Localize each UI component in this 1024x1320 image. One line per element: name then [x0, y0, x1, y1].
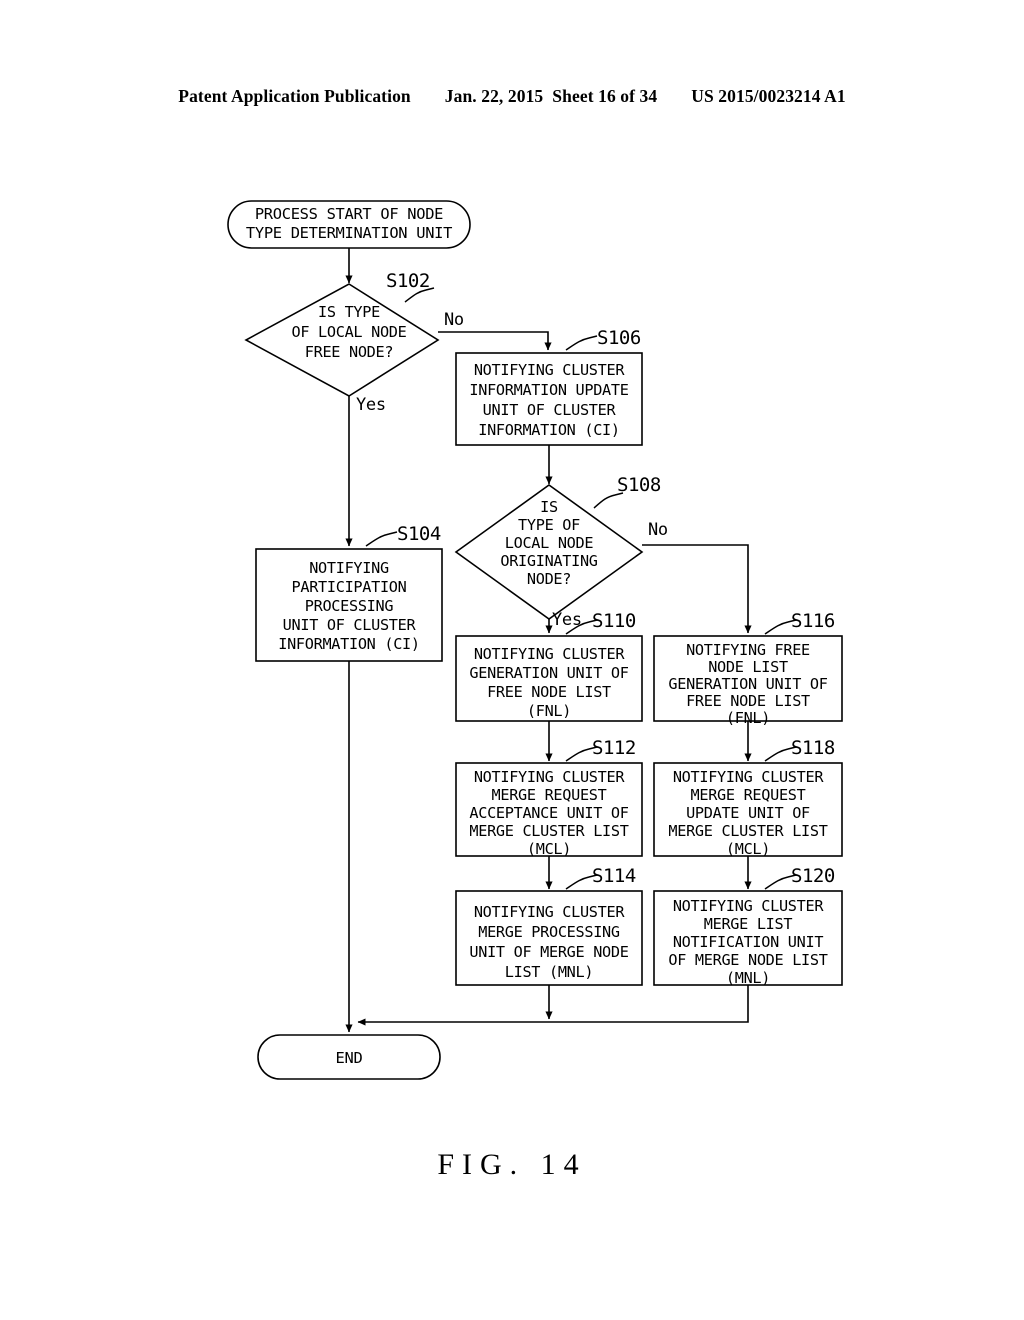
node-s110-line-4: (FNL) [527, 702, 571, 720]
branch-label-s102-no: No [444, 310, 464, 330]
leader-s104 [365, 531, 398, 547]
leader-s106 [565, 335, 598, 351]
node-s106-line-3: UNIT OF CLUSTER [483, 401, 617, 419]
node-s118-line-2: MERGE REQUEST [691, 786, 806, 804]
step-label-s108: S108 [617, 474, 661, 496]
connector-s102-no-to-s106 [438, 331, 552, 351]
step-label-s104: S104 [397, 523, 441, 545]
node-s108-decision: IS TYPE OF LOCAL NODE ORIGINATING NODE? [454, 484, 644, 620]
node-s114-line-2: MERGE PROCESSING [478, 923, 620, 941]
step-label-s116: S116 [791, 610, 835, 632]
node-end-label: END [336, 1049, 363, 1067]
node-s106-line-4: INFORMATION (CI) [478, 421, 620, 439]
step-label-s120: S120 [791, 865, 835, 887]
node-end: END [257, 1034, 441, 1080]
step-label-s106: S106 [597, 327, 641, 349]
node-s108-line-2: TYPE OF [518, 516, 580, 534]
node-start-line-2: TYPE DETERMINATION UNIT [246, 224, 452, 242]
node-s106-line-2: INFORMATION UPDATE [469, 381, 628, 399]
step-label-s118: S118 [791, 737, 835, 759]
node-start-line-1: PROCESS START OF NODE [255, 205, 443, 223]
node-s116-line-4: FREE NODE LIST [686, 692, 810, 710]
node-s120-line-2: MERGE LIST [704, 915, 793, 933]
node-s114-line-3: UNIT OF MERGE NODE [469, 943, 628, 961]
node-s110-line-3: FREE NODE LIST [487, 683, 611, 701]
node-s120-line-3: NOTIFICATION UNIT [673, 933, 823, 951]
node-s120-line-4: OF MERGE NODE LIST [668, 951, 827, 969]
figure-caption: FIG. 14 [437, 1148, 587, 1181]
node-s104-line-3: PROCESSING [305, 597, 394, 615]
node-s118-line-5: (MCL) [726, 840, 770, 858]
step-label-s110: S110 [592, 610, 636, 632]
node-s118-line-4: MERGE CLUSTER LIST [668, 822, 827, 840]
node-s116-line-2: NODE LIST [708, 658, 788, 676]
flowchart-diagram: PROCESS START OF NODE TYPE DETERMINATION… [227, 200, 843, 1080]
node-s102-line-1: IS TYPE [318, 303, 380, 321]
node-s116-line-3: GENERATION UNIT OF [668, 675, 827, 693]
node-s114-process: NOTIFYING CLUSTER MERGE PROCESSING UNIT … [455, 890, 643, 986]
node-s104-line-1: NOTIFYING [309, 559, 389, 577]
node-s108-line-1: IS [540, 498, 558, 516]
node-s108-line-3: LOCAL NODE [505, 534, 594, 552]
node-s114-line-1: NOTIFYING CLUSTER [474, 903, 625, 921]
node-s102-line-3: FREE NODE? [305, 343, 393, 361]
node-s112-process: NOTIFYING CLUSTER MERGE REQUEST ACCEPTAN… [455, 762, 643, 858]
node-s102-line-2: OF LOCAL NODE [292, 323, 407, 341]
node-s106-line-1: NOTIFYING CLUSTER [474, 361, 625, 379]
node-s104-line-4: UNIT OF CLUSTER [283, 616, 417, 634]
patent-figure-page: Patent Application Publication Jan. 22, 2… [0, 0, 1024, 1320]
connector-s108-no-to-s116 [642, 544, 752, 634]
node-s108-line-5: NODE? [527, 570, 571, 588]
node-s112-line-2: MERGE REQUEST [492, 786, 607, 804]
node-start: PROCESS START OF NODE TYPE DETERMINATION… [227, 200, 471, 249]
node-s116-line-1: NOTIFYING FREE [686, 641, 810, 659]
step-label-s114: S114 [592, 865, 636, 887]
node-s118-process: NOTIFYING CLUSTER MERGE REQUEST UPDATE U… [653, 762, 843, 858]
node-s104-line-5: INFORMATION (CI) [278, 635, 420, 653]
node-s112-line-1: NOTIFYING CLUSTER [474, 768, 625, 786]
node-s112-line-4: MERGE CLUSTER LIST [469, 822, 628, 840]
node-s120-line-1: NOTIFYING CLUSTER [673, 897, 824, 915]
node-s112-line-3: ACCEPTANCE UNIT OF [469, 804, 628, 822]
step-label-s112: S112 [592, 737, 636, 759]
node-s112-line-5: (MCL) [527, 840, 571, 858]
node-s110-process: NOTIFYING CLUSTER GENERATION UNIT OF FRE… [455, 635, 643, 722]
node-s116-process: NOTIFYING FREE NODE LIST GENERATION UNIT… [653, 635, 843, 727]
node-s120-line-5: (MNL) [726, 969, 770, 987]
node-s104-line-2: PARTICIPATION [292, 578, 407, 596]
connector-s120-to-merge [357, 985, 749, 1026]
step-label-s102: S102 [386, 270, 430, 292]
node-s120-process: NOTIFYING CLUSTER MERGE LIST NOTIFICATIO… [653, 890, 843, 987]
node-s102-decision: IS TYPE OF LOCAL NODE FREE NODE? [244, 283, 440, 397]
node-s118-line-1: NOTIFYING CLUSTER [673, 768, 824, 786]
node-s106-process: NOTIFYING CLUSTER INFORMATION UPDATE UNI… [455, 352, 643, 446]
node-s118-line-3: UPDATE UNIT OF [686, 804, 810, 822]
branch-label-s108-no: No [648, 520, 668, 540]
branch-label-s102-yes: Yes [356, 395, 386, 415]
node-s110-line-1: NOTIFYING CLUSTER [474, 645, 625, 663]
node-s114-line-4: LIST (MNL) [505, 963, 593, 981]
node-s108-line-4: ORIGINATING [500, 552, 597, 570]
node-s104-process: NOTIFYING PARTICIPATION PROCESSING UNIT … [255, 548, 443, 662]
node-s110-line-2: GENERATION UNIT OF [469, 664, 628, 682]
